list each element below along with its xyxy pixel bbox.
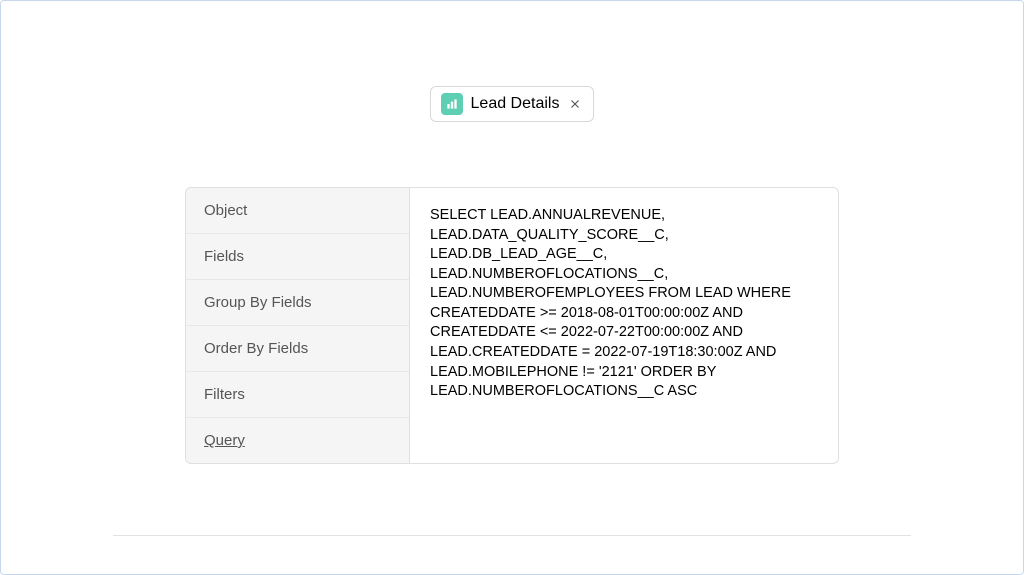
- sidebar-item-object[interactable]: Object: [186, 188, 409, 234]
- query-text: SELECT LEAD.ANNUALREVENUE, LEAD.DATA_QUA…: [430, 206, 818, 402]
- sidebar-item-label: Filters: [204, 386, 245, 403]
- sidebar-item-group-by-fields[interactable]: Group By Fields: [186, 280, 409, 326]
- details-panel: Object Fields Group By Fields Order By F…: [185, 187, 839, 464]
- sidebar-item-filters[interactable]: Filters: [186, 372, 409, 418]
- sidebar-item-label: Query: [204, 432, 245, 449]
- sidebar-item-order-by-fields[interactable]: Order By Fields: [186, 326, 409, 372]
- sidebar-item-label: Fields: [204, 248, 244, 265]
- chip-label: Lead Details: [471, 95, 560, 113]
- lead-details-chip[interactable]: Lead Details: [430, 86, 595, 122]
- sidebar: Object Fields Group By Fields Order By F…: [186, 188, 410, 463]
- sidebar-item-label: Object: [204, 202, 247, 219]
- close-icon[interactable]: [567, 96, 583, 112]
- sidebar-item-query[interactable]: Query: [186, 418, 409, 463]
- main-container: Lead Details Object Fields Group By Fiel…: [1, 1, 1023, 574]
- sidebar-item-fields[interactable]: Fields: [186, 234, 409, 280]
- content-area: SELECT LEAD.ANNUALREVENUE, LEAD.DATA_QUA…: [410, 188, 838, 463]
- divider: [113, 535, 911, 536]
- sidebar-item-label: Group By Fields: [204, 294, 312, 311]
- sidebar-item-label: Order By Fields: [204, 340, 308, 357]
- report-icon: [441, 93, 463, 115]
